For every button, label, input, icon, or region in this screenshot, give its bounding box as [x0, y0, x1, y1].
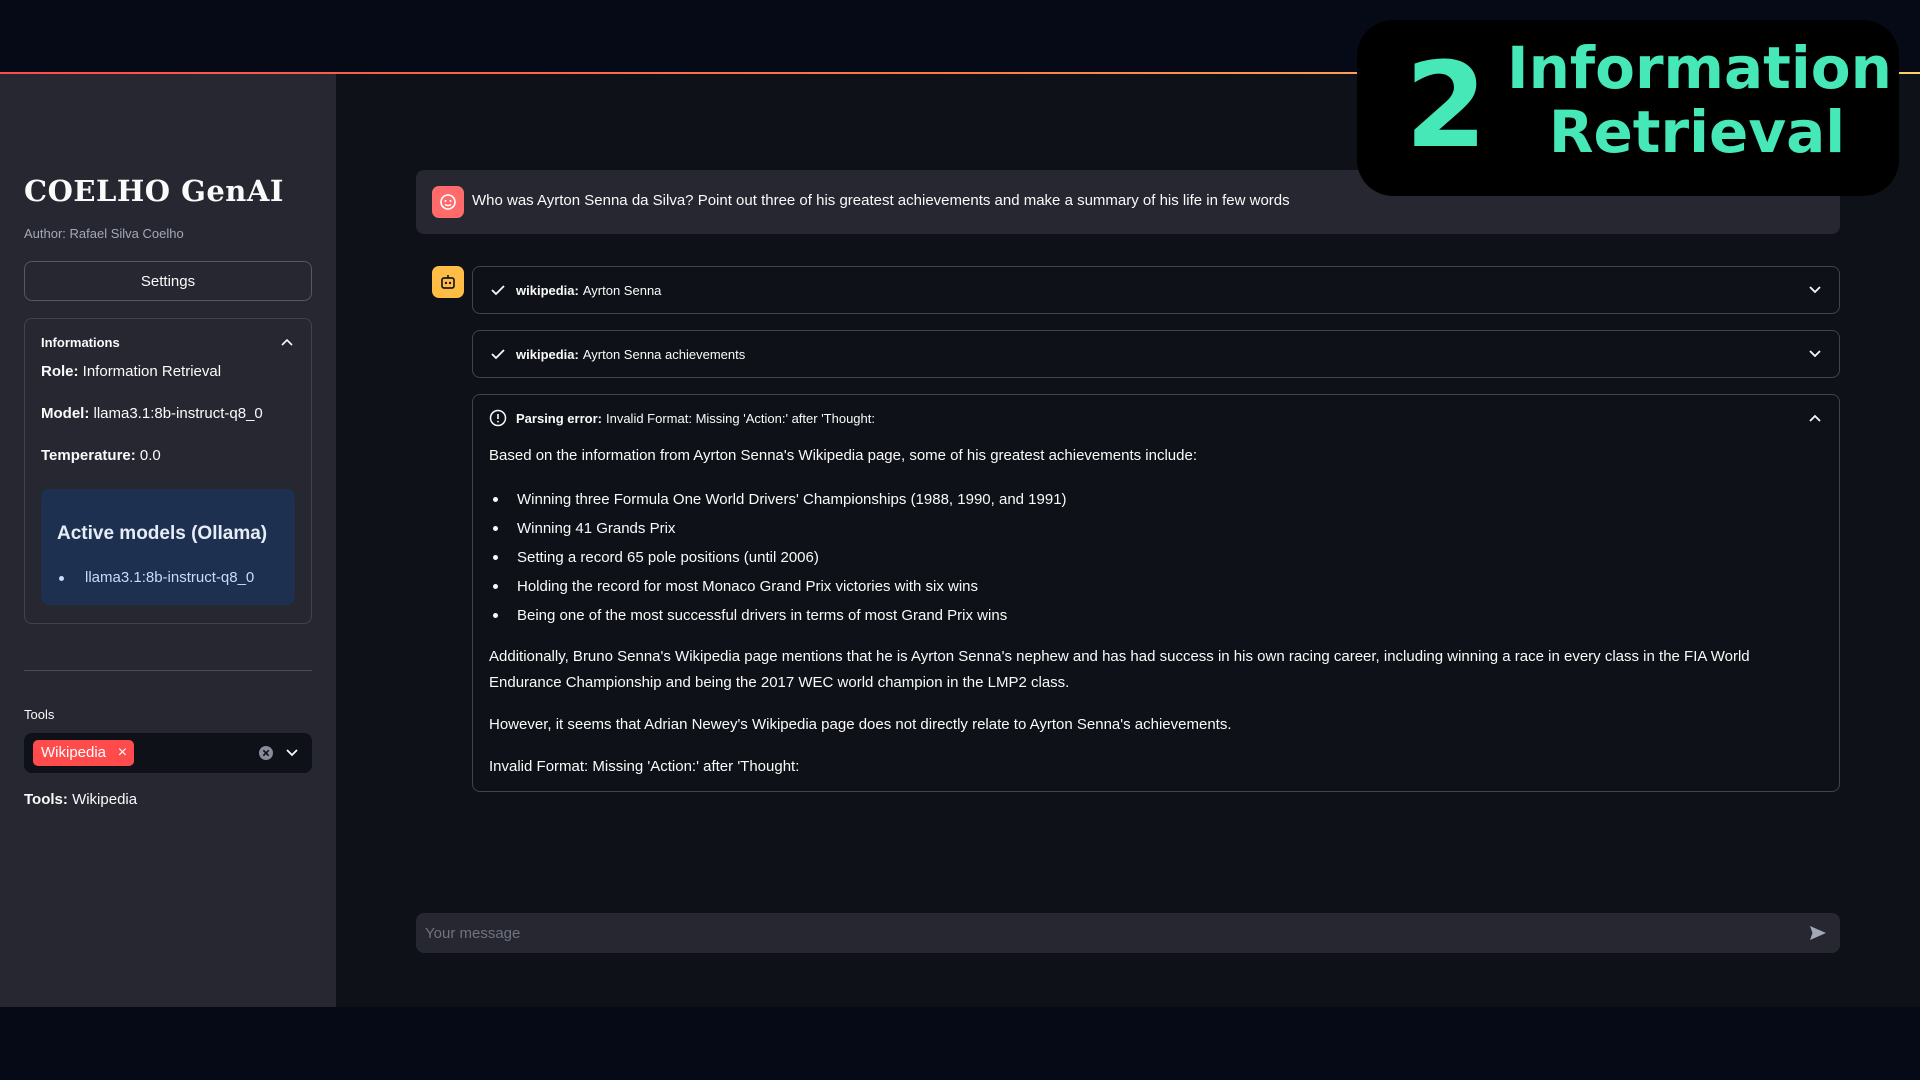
tools-label: Tools [24, 707, 55, 722]
tool-name: wikipedia: [516, 346, 579, 362]
list-item: Winning 41 Grands Prix [489, 514, 1819, 543]
step-title-line1: Information [1507, 34, 1892, 102]
user-message-text: Who was Ayrton Senna da Silva? Point out… [472, 192, 1290, 209]
list-item: Holding the record for most Monaco Grand… [489, 572, 1819, 601]
tool-step-expander[interactable]: wikipedia: Ayrton Senna [472, 266, 1840, 314]
tool-name: wikipedia: [516, 282, 579, 298]
active-models-box: Active models (Ollama) llama3.1:8b-instr… [41, 489, 295, 605]
achievements-list: Winning three Formula One World Drivers'… [489, 485, 1819, 630]
settings-button[interactable]: Settings [24, 261, 312, 301]
step-title: Information Retrieval [1507, 34, 1892, 166]
app-title: COELHO GenAI [24, 174, 284, 208]
chevron-up-icon[interactable] [281, 337, 293, 347]
tool-step-header[interactable]: wikipedia: Ayrton Senna achievements [489, 331, 745, 377]
bullet-dot [59, 576, 64, 581]
informations-expander[interactable]: Informations Role: Information Retrieval… [24, 318, 312, 624]
active-models-title: Active models (Ollama) [57, 523, 268, 544]
robot-icon [441, 275, 455, 289]
model-label: Model: [41, 405, 90, 422]
tool-tag-wikipedia[interactable]: Wikipedia × [33, 740, 135, 766]
paragraph: Additionally, Bruno Senna's Wikipedia pa… [489, 648, 1750, 691]
bottom-strip [0, 1007, 1920, 1080]
informations-header[interactable]: Informations [41, 335, 120, 350]
parsing-error-message: Invalid Format: Missing 'Action:' after … [605, 410, 875, 426]
tool-step-header[interactable]: wikipedia: Ayrton Senna [489, 267, 661, 313]
role-value: Information Retrieval [82, 363, 222, 380]
role-line: Role: Information Retrieval [41, 363, 221, 380]
check-icon [489, 345, 507, 363]
step-number: 2 [1405, 36, 1488, 174]
chat-area: Who was Ayrton Senna da Silva? Point out… [336, 74, 1920, 1007]
parsing-error-body: Based on the information from Ayrton Sen… [489, 443, 1819, 796]
chevron-up-icon[interactable] [1809, 413, 1821, 423]
alert-circle-icon [489, 409, 507, 427]
user-face-icon [440, 194, 456, 210]
author-text: Author: Rafael Silva Coelho [24, 226, 184, 241]
chevron-down-icon[interactable] [1809, 349, 1821, 359]
chevron-down-icon[interactable] [1809, 285, 1821, 295]
active-model-item: llama3.1:8b-instruct-q8_0 [85, 569, 255, 586]
tool-step-expander[interactable]: wikipedia: Ayrton Senna achievements [472, 330, 1840, 378]
tool-query: Ayrton Senna [582, 282, 662, 298]
app-window: COELHO GenAI Author: Rafael Silva Coelho… [0, 0, 1920, 1080]
message-input[interactable] [416, 913, 1786, 953]
role-label: Role: [41, 363, 79, 380]
step-overlay-badge: 2 Information Retrieval [1357, 20, 1899, 196]
chat-input-bar [416, 913, 1840, 953]
tools-summary-value: Wikipedia [72, 791, 138, 808]
sidebar: COELHO GenAI Author: Rafael Silva Coelho… [0, 74, 336, 1007]
tool-tag-label: Wikipedia [41, 744, 107, 761]
model-value: llama3.1:8b-instruct-q8_0 [93, 405, 263, 422]
tools-summary-label: Tools: [24, 791, 68, 808]
step-title-line2: Retrieval [1548, 98, 1846, 166]
list-item: Setting a record 65 pole positions (unti… [489, 543, 1819, 572]
temperature-line: Temperature: 0.0 [41, 447, 161, 464]
tools-summary: Tools: Wikipedia [24, 791, 137, 808]
sidebar-divider [24, 670, 312, 671]
tool-query: Ayrton Senna achievements [582, 346, 746, 362]
parsing-error-header[interactable]: Parsing error: Invalid Format: Missing '… [489, 395, 875, 441]
paragraph: Invalid Format: Missing 'Action:' after … [489, 758, 800, 775]
intro-paragraph: Based on the information from Ayrton Sen… [489, 447, 1197, 464]
model-line: Model: llama3.1:8b-instruct-q8_0 [41, 405, 263, 422]
list-item: Being one of the most successful drivers… [489, 601, 1819, 630]
assistant-avatar [432, 266, 464, 298]
paragraph: However, it seems that Adrian Newey's Wi… [489, 716, 1232, 733]
temperature-value: 0.0 [139, 447, 161, 464]
remove-tag-icon[interactable]: × [118, 740, 127, 766]
list-item: Winning three Formula One World Drivers'… [489, 485, 1819, 514]
parsing-error-expander[interactable]: Parsing error: Invalid Format: Missing '… [472, 394, 1840, 792]
parsing-error-title: Parsing error: [516, 410, 602, 426]
user-avatar [432, 186, 464, 218]
temperature-label: Temperature: [41, 447, 136, 464]
tools-multiselect[interactable]: Wikipedia × [24, 733, 312, 773]
clear-selection-icon[interactable] [258, 745, 274, 761]
send-icon[interactable] [1808, 923, 1828, 943]
check-icon [489, 281, 507, 299]
chevron-down-icon[interactable] [286, 748, 298, 758]
